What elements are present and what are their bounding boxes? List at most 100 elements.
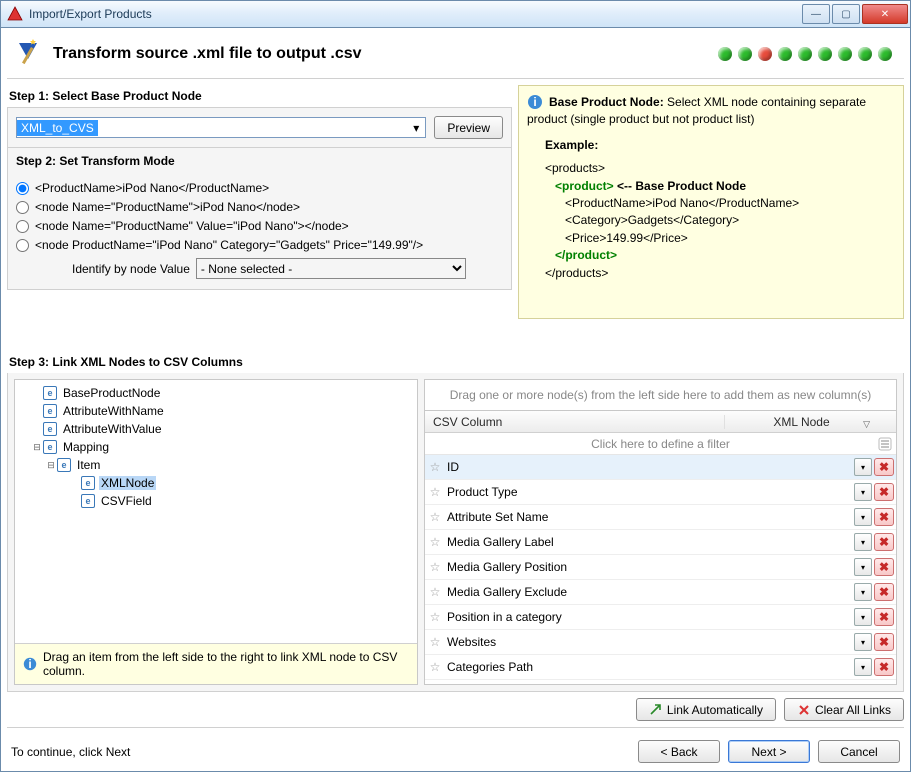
tree-node-label: AttributeWithValue [61, 422, 164, 436]
grid-filter-text: Click here to define a filter [591, 437, 730, 451]
star-icon[interactable]: ☆ [425, 460, 445, 474]
transform-mode-radio[interactable] [16, 182, 29, 195]
chevron-down-icon: ▾ [407, 118, 425, 137]
csv-column-name: Media Gallery Label [445, 535, 854, 549]
clear-all-links-button[interactable]: Clear All Links [784, 698, 904, 721]
progress-dot [758, 47, 772, 61]
xml-node-dropdown[interactable]: ▾ [854, 633, 872, 651]
csv-column-name: Categories Path [445, 660, 854, 674]
transform-mode-option[interactable]: <node ProductName="iPod Nano" Category="… [16, 238, 503, 252]
star-icon[interactable]: ☆ [425, 610, 445, 624]
base-node-combo[interactable]: XML_to_CVS ▾ [16, 117, 426, 138]
grid-row[interactable]: ☆Media Gallery Exclude▾✖ [425, 580, 896, 605]
identify-select[interactable]: - None selected - [196, 258, 466, 279]
delete-row-button[interactable]: ✖ [874, 583, 894, 601]
next-button[interactable]: Next > [728, 740, 810, 763]
csv-column-name: Attribute Set Name [445, 510, 854, 524]
help-example-label: Example: [545, 137, 895, 154]
preview-button[interactable]: Preview [434, 116, 503, 139]
step1-label: Step 1: Select Base Product Node [9, 89, 510, 103]
csv-column-name: Position in a category [445, 610, 854, 624]
xml-node-dropdown[interactable]: ▾ [854, 533, 872, 551]
grid-row[interactable]: ☆Position in a category▾✖ [425, 605, 896, 630]
star-icon[interactable]: ☆ [425, 585, 445, 599]
maximize-button[interactable]: ▢ [832, 4, 860, 24]
transform-mode-option[interactable]: <ProductName>iPod Nano</ProductName> [16, 181, 503, 195]
tree-node[interactable]: eBaseProductNode [17, 384, 415, 402]
step1-panel: XML_to_CVS ▾ Preview [7, 107, 512, 148]
close-button[interactable]: ✕ [862, 4, 908, 24]
transform-mode-radio[interactable] [16, 239, 29, 252]
delete-row-button[interactable]: ✖ [874, 658, 894, 676]
delete-row-button[interactable]: ✖ [874, 533, 894, 551]
transform-mode-option[interactable]: <node Name="ProductName" Value="iPod Nan… [16, 219, 503, 233]
xml-node-dropdown[interactable]: ▾ [854, 658, 872, 676]
delete-row-button[interactable]: ✖ [874, 633, 894, 651]
tree-node[interactable]: eAttributeWithValue [17, 420, 415, 438]
progress-dot [778, 47, 792, 61]
xml-node-dropdown[interactable]: ▾ [854, 608, 872, 626]
drop-target[interactable]: Drag one or more node(s) from the left s… [424, 379, 897, 411]
grid-row[interactable]: ☆ID▾✖ [425, 455, 896, 480]
xml-tree[interactable]: eBaseProductNodeeAttributeWithNameeAttri… [14, 379, 418, 685]
cancel-button[interactable]: Cancel [818, 740, 900, 763]
star-icon[interactable]: ☆ [425, 535, 445, 549]
star-icon[interactable]: ☆ [425, 635, 445, 649]
grid-row[interactable]: ☆Categories Path▾✖ [425, 655, 896, 680]
back-button[interactable]: < Back [638, 740, 720, 763]
tree-node-label: XMLNode [99, 476, 156, 490]
clear-icon [797, 703, 811, 717]
transform-mode-label: <node ProductName="iPod Nano" Category="… [35, 238, 423, 252]
help-example-code: <products> <product> <-- Base Product No… [545, 160, 895, 282]
minimize-button[interactable]: — [802, 4, 830, 24]
tree-node[interactable]: ⊟eMapping [17, 438, 415, 456]
xml-node-dropdown[interactable]: ▾ [854, 483, 872, 501]
star-icon[interactable]: ☆ [425, 560, 445, 574]
grid-filter-row[interactable]: Click here to define a filter [425, 433, 896, 455]
transform-mode-label: <ProductName>iPod Nano</ProductName> [35, 181, 269, 195]
delete-row-button[interactable]: ✖ [874, 608, 894, 626]
star-icon[interactable]: ☆ [425, 485, 445, 499]
grid-row[interactable]: ☆Attribute Set Name▾✖ [425, 505, 896, 530]
tree-node[interactable]: ⊟eItem [17, 456, 415, 474]
tree-node[interactable]: eAttributeWithName [17, 402, 415, 420]
delete-row-button[interactable]: ✖ [874, 458, 894, 476]
grid-row[interactable]: ☆Websites▾✖ [425, 630, 896, 655]
link-automatically-label: Link Automatically [667, 703, 763, 717]
transform-mode-label: <node Name="ProductName">iPod Nano</node… [35, 200, 300, 214]
help-title: Base Product Node: [549, 95, 664, 109]
step2-label: Step 2: Set Transform Mode [7, 148, 512, 170]
transform-mode-label: <node Name="ProductName" Value="iPod Nan… [35, 219, 349, 233]
xml-node-dropdown[interactable]: ▾ [854, 558, 872, 576]
grid-header-csv[interactable]: CSV Column [425, 415, 725, 429]
grid-row[interactable]: ☆Media Gallery Label▾✖ [425, 530, 896, 555]
grid-header-xml[interactable]: XML Node▽ [725, 415, 878, 429]
filter-options-icon[interactable] [878, 437, 892, 451]
transform-mode-radio[interactable] [16, 220, 29, 233]
transform-mode-option[interactable]: <node Name="ProductName">iPod Nano</node… [16, 200, 503, 214]
xml-node-dropdown[interactable]: ▾ [854, 508, 872, 526]
delete-row-button[interactable]: ✖ [874, 558, 894, 576]
xml-node-dropdown[interactable]: ▾ [854, 583, 872, 601]
tree-node[interactable]: eCSVField [17, 492, 415, 510]
grid-row[interactable]: ☆Product Type▾✖ [425, 480, 896, 505]
star-icon[interactable]: ☆ [425, 510, 445, 524]
step3-label: Step 3: Link XML Nodes to CSV Columns [9, 355, 902, 369]
star-icon[interactable]: ☆ [425, 660, 445, 674]
xml-node-dropdown[interactable]: ▾ [854, 458, 872, 476]
tree-node[interactable]: eXMLNode [17, 474, 415, 492]
delete-row-button[interactable]: ✖ [874, 483, 894, 501]
delete-row-button[interactable]: ✖ [874, 508, 894, 526]
svg-text:i: i [533, 95, 536, 109]
tree-hint-text: Drag an item from the left side to the r… [43, 650, 409, 678]
element-icon: e [81, 494, 95, 508]
drop-hint-text: Drag one or more node(s) from the left s… [450, 388, 872, 402]
transform-mode-radio[interactable] [16, 201, 29, 214]
link-automatically-button[interactable]: Link Automatically [636, 698, 776, 721]
identify-label: Identify by node Value [72, 262, 190, 276]
step2-panel: <ProductName>iPod Nano</ProductName> <nod… [7, 170, 512, 290]
element-icon: e [43, 386, 57, 400]
grid-row[interactable]: ☆Media Gallery Position▾✖ [425, 555, 896, 580]
progress-dots [718, 47, 898, 61]
progress-dot [738, 47, 752, 61]
